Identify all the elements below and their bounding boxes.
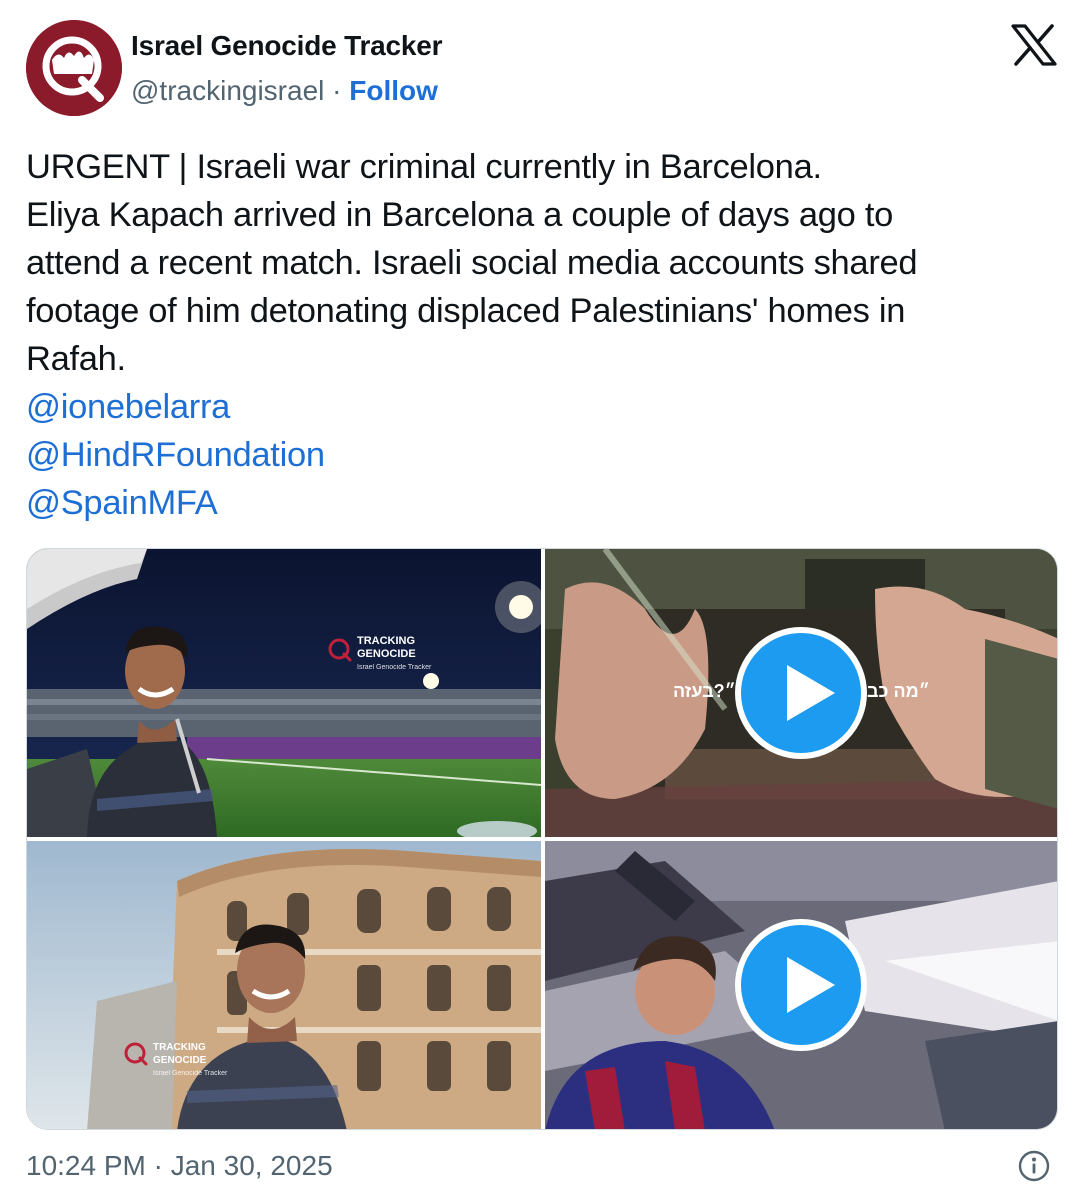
play-button-icon[interactable] <box>735 919 867 1051</box>
tweet-line: attend a recent match. Israeli social me… <box>26 244 918 282</box>
watermark-subtitle: Israel Genocide Tracker <box>357 664 432 671</box>
building-photo-image <box>27 841 541 1129</box>
watermark-title: TRACKING GENOCIDE <box>357 635 416 660</box>
tweet-line: Eliya Kapach arrived in Barcelona a coup… <box>26 196 894 234</box>
handle-separator: · <box>324 75 350 106</box>
tweet-text: URGENT | Israeli war criminal currently … <box>26 143 1066 527</box>
tweet-line: Rafah. <box>26 340 126 378</box>
tracker-logo-icon <box>124 1042 148 1066</box>
media-video-crowd[interactable] <box>545 841 1057 1129</box>
watermark-badge: TRACKING GENOCIDE Israel Genocide Tracke… <box>328 635 432 674</box>
media-video-detonator[interactable]: ״?בעזה ״מה כב <box>545 549 1057 837</box>
media-photo-stadium[interactable]: TRACKING GENOCIDE Israel Genocide Tracke… <box>27 549 541 837</box>
info-icon[interactable] <box>1018 1150 1050 1182</box>
tweet-timestamp[interactable]: 10:24 PM · Jan 30, 2025 <box>26 1150 333 1182</box>
media-grid: TRACKING GENOCIDE Israel Genocide Tracke… <box>26 548 1058 1130</box>
stadium-photo-image <box>27 549 541 837</box>
video-caption-left: ״?בעזה <box>673 681 736 701</box>
mention-link-spainmfa[interactable]: @SpainMFA <box>26 479 1066 527</box>
tracker-logo-icon <box>328 638 352 662</box>
media-photo-building[interactable]: TRACKING GENOCIDE Israel Genocide Tracke… <box>27 841 541 1129</box>
author-name[interactable]: Israel Genocide Tracker <box>131 30 443 62</box>
tweet-line: footage of him detonating displaced Pale… <box>26 292 906 330</box>
tracker-logo-avatar-icon <box>26 20 122 116</box>
author-handle-row: @trackingisrael · Follow <box>131 75 438 107</box>
mention-link-hindrfoundation[interactable]: @HindRFoundation <box>26 431 1066 479</box>
avatar[interactable] <box>26 20 122 116</box>
author-handle[interactable]: @trackingisrael <box>131 75 324 106</box>
watermark-badge: TRACKING GENOCIDE Israel Genocide Tracke… <box>124 1041 228 1080</box>
video-caption-right: ״מה כב <box>867 681 930 701</box>
tweet-line: URGENT | Israeli war criminal currently … <box>26 148 822 186</box>
x-logo-icon[interactable] <box>1011 24 1057 66</box>
play-button-icon[interactable] <box>735 627 867 759</box>
follow-button[interactable]: Follow <box>349 75 438 106</box>
mention-link-ionebelarra[interactable]: @ionebelarra <box>26 383 1066 431</box>
watermark-subtitle: Israel Genocide Tracker <box>153 1070 228 1077</box>
watermark-title: TRACKING GENOCIDE <box>153 1042 207 1066</box>
